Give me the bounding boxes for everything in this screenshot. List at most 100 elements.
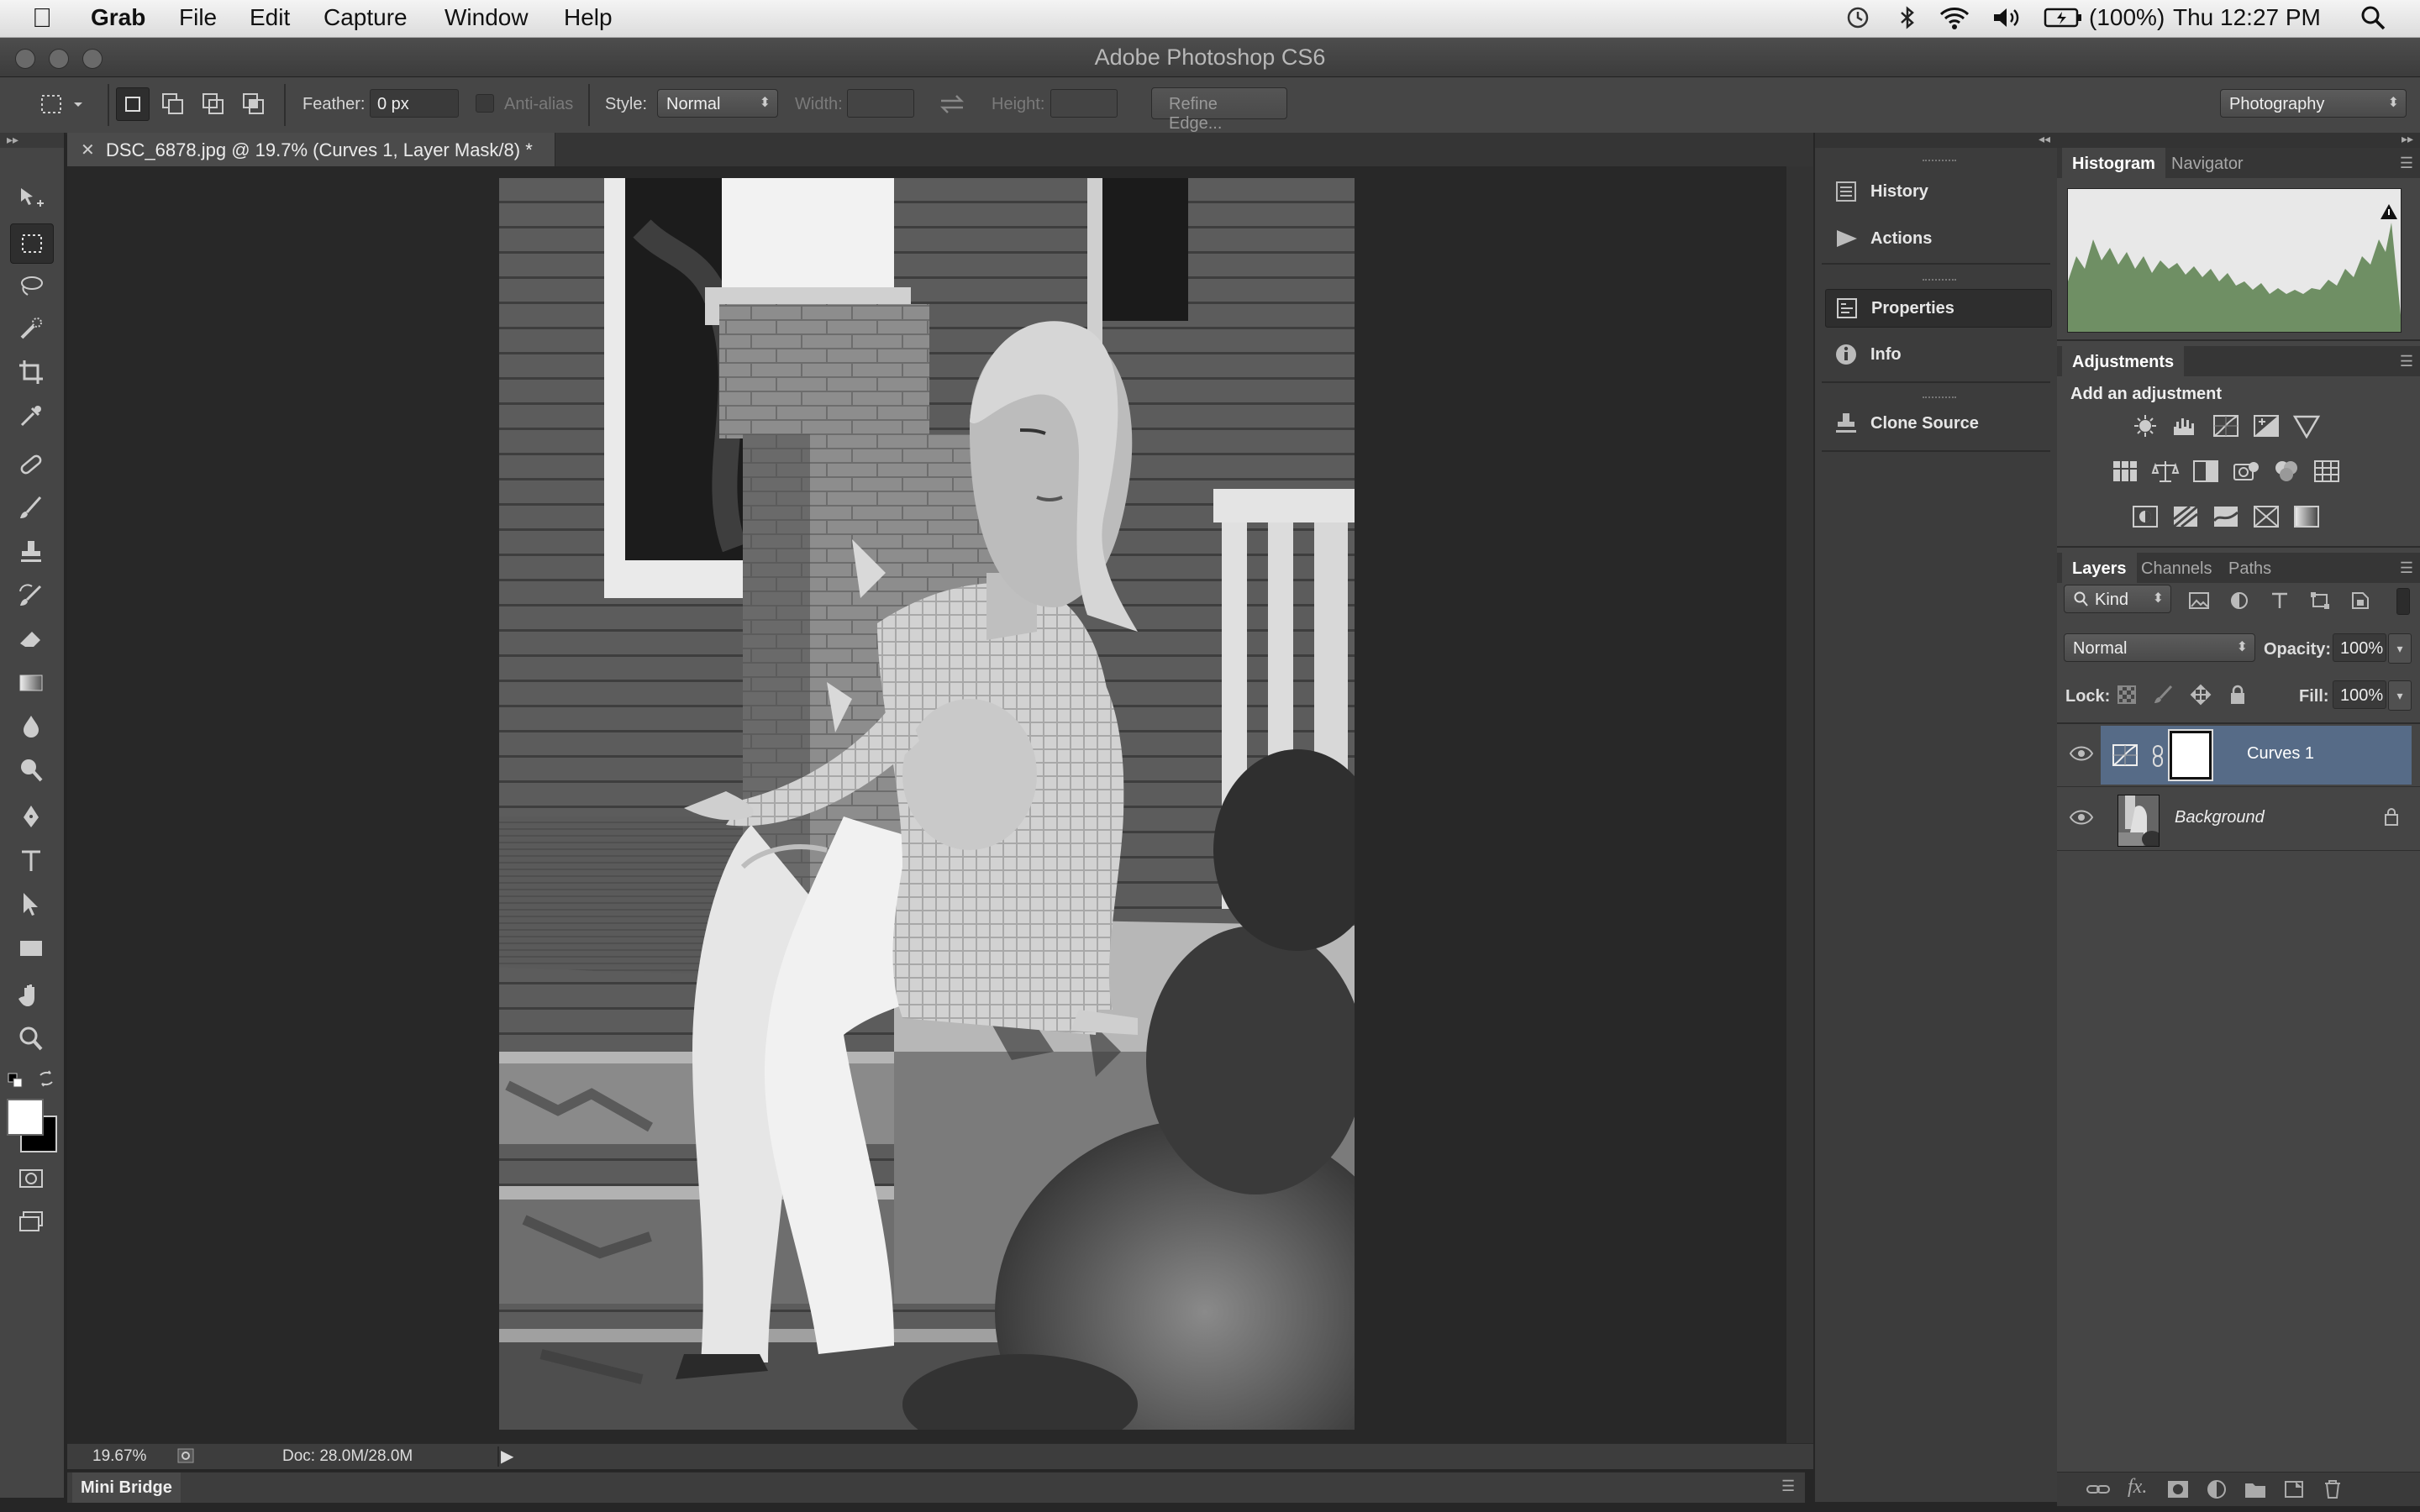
dock-properties[interactable]: Properties [1825, 289, 2052, 328]
layer-visibility-eye-icon[interactable] [2069, 808, 2094, 827]
subtract-from-selection-icon[interactable] [197, 87, 229, 119]
blend-mode-select[interactable]: Normal [2064, 633, 2255, 662]
menu-app-grab[interactable]: Grab [91, 4, 145, 31]
dock-actions[interactable]: Actions [1825, 220, 2050, 257]
channel-mixer-icon[interactable] [2272, 459, 2301, 484]
dodge-tool-icon[interactable] [10, 751, 52, 790]
canvas-vertical-scrollbar[interactable] [1786, 166, 1813, 1443]
eraser-tool-icon[interactable] [10, 620, 52, 659]
quick-mask-mode-icon[interactable] [10, 1159, 52, 1198]
anti-alias-checkbox[interactable] [476, 94, 494, 113]
curves-icon[interactable] [2212, 413, 2240, 438]
menu-edit[interactable]: Edit [250, 4, 290, 31]
screen-mode-icon[interactable] [10, 1203, 52, 1242]
close-tab-icon[interactable]: ✕ [81, 139, 95, 160]
add-layer-mask-icon[interactable] [2166, 1479, 2190, 1499]
filter-adjustment-layers-icon[interactable] [2228, 591, 2250, 610]
new-selection-icon[interactable] [116, 87, 150, 121]
refine-edge-button[interactable]: Refine Edge... [1151, 87, 1287, 133]
tab-adjustments[interactable]: Adjustments [2062, 346, 2185, 376]
filter-pixel-layers-icon[interactable] [2188, 591, 2210, 610]
dock-group-grip[interactable] [1923, 396, 1956, 403]
new-adjustment-layer-icon[interactable] [2205, 1479, 2228, 1499]
tab-channels[interactable]: Channels [2131, 553, 2223, 583]
levels-icon[interactable] [2171, 413, 2200, 438]
color-lookup-icon[interactable] [2312, 459, 2341, 484]
lock-transparent-pixels-icon[interactable] [2116, 684, 2138, 706]
opacity-input[interactable]: 100% [2333, 633, 2386, 662]
history-brush-tool-icon[interactable] [10, 576, 52, 615]
exposure-icon[interactable] [2252, 413, 2281, 438]
layer-visibility-eye-icon[interactable] [2069, 744, 2094, 763]
layer-mask-thumbnail[interactable] [2168, 729, 2213, 781]
toolbar-collapse-icon[interactable]: ▸▸ [0, 133, 64, 148]
eyedropper-tool-icon[interactable] [10, 396, 52, 435]
new-group-folder-icon[interactable] [2244, 1479, 2267, 1499]
spotlight-search-icon[interactable] [2360, 4, 2386, 31]
rectangular-marquee-tool-icon[interactable] [10, 223, 54, 264]
rectangle-tool-icon[interactable] [10, 929, 52, 968]
threshold-icon[interactable] [2212, 504, 2240, 529]
dock-collapse-icon[interactable]: ◂◂ [2039, 132, 2050, 146]
zoom-tool-icon[interactable] [10, 1020, 52, 1058]
layer-name[interactable]: Background [2175, 808, 2265, 827]
swap-colors-icon[interactable] [37, 1068, 57, 1089]
dock-group-grip[interactable] [1923, 279, 1956, 286]
foreground-color-swatch[interactable] [7, 1099, 44, 1136]
delete-layer-trash-icon[interactable] [2321, 1479, 2344, 1499]
time-machine-icon[interactable] [1845, 5, 1870, 30]
menu-window[interactable]: Window [445, 4, 529, 31]
color-balance-icon[interactable] [2151, 459, 2180, 484]
apple-icon[interactable]:  [32, 3, 52, 34]
panel-menu-icon[interactable]: ☰ [2400, 353, 2413, 370]
filter-type-layers-icon[interactable] [2269, 591, 2291, 610]
selective-color-icon[interactable] [2252, 504, 2281, 529]
swap-width-height-icon[interactable] [938, 92, 966, 116]
fill-dropdown-icon[interactable]: ▾ [2388, 680, 2412, 711]
layer-row-curves-1[interactable]: Curves 1 [2057, 724, 2420, 787]
new-layer-icon[interactable] [2282, 1479, 2306, 1499]
posterize-icon[interactable] [2171, 504, 2200, 529]
filter-smart-objects-icon[interactable] [2349, 591, 2371, 610]
brightness-contrast-icon[interactable] [2131, 413, 2160, 438]
brush-tool-icon[interactable] [10, 489, 52, 528]
pen-tool-icon[interactable] [10, 798, 52, 837]
crop-tool-icon[interactable] [10, 353, 52, 391]
panels-collapse-icon[interactable]: ▸▸ [2402, 132, 2413, 146]
menu-capture[interactable]: Capture [324, 4, 408, 31]
bluetooth-icon[interactable] [1899, 5, 1916, 30]
style-select[interactable]: Normal [657, 89, 778, 118]
dock-history[interactable]: History [1825, 173, 2050, 210]
document-tab[interactable]: ✕ DSC_6878.jpg @ 19.7% (Curves 1, Layer … [67, 133, 555, 166]
link-layers-icon[interactable] [2086, 1479, 2111, 1499]
mini-bridge-tab[interactable]: Mini Bridge [72, 1473, 181, 1503]
clone-stamp-tool-icon[interactable] [10, 533, 52, 571]
panel-menu-icon[interactable]: ☰ [2400, 155, 2413, 172]
invert-icon[interactable] [2131, 504, 2160, 529]
lock-image-pixels-icon[interactable] [2153, 684, 2175, 706]
zoom-level[interactable]: 19.67% [92, 1447, 146, 1466]
add-to-selection-icon[interactable] [156, 87, 188, 119]
hue-saturation-icon[interactable] [2111, 459, 2139, 484]
marquee-preset-icon[interactable] [37, 89, 84, 119]
photo-filter-icon[interactable] [2232, 459, 2260, 484]
layer-locked-icon[interactable] [2383, 806, 2400, 827]
filter-toggle-switch[interactable] [2396, 588, 2410, 615]
tab-histogram[interactable]: Histogram [2062, 148, 2165, 178]
status-info-icon[interactable] [176, 1446, 195, 1465]
status-menu-arrow-icon[interactable]: ▶ [501, 1446, 513, 1467]
lasso-tool-icon[interactable] [10, 267, 52, 306]
gradient-tool-icon[interactable] [10, 664, 52, 702]
black-white-icon[interactable] [2191, 459, 2220, 484]
document-canvas-image[interactable] [499, 178, 1355, 1430]
layer-style-fx-icon[interactable]: fx. [2128, 1476, 2147, 1499]
spot-healing-brush-tool-icon[interactable] [10, 445, 52, 484]
move-tool-icon[interactable] [10, 180, 52, 218]
wifi-icon[interactable] [1938, 5, 1971, 30]
feather-input[interactable]: 0 px [370, 89, 459, 118]
tab-navigator[interactable]: Navigator [2161, 148, 2254, 178]
dock-group-grip[interactable] [1923, 160, 1956, 166]
panel-menu-icon[interactable]: ☰ [1781, 1478, 1795, 1495]
width-input[interactable] [847, 89, 914, 118]
volume-icon[interactable] [1991, 5, 2022, 30]
